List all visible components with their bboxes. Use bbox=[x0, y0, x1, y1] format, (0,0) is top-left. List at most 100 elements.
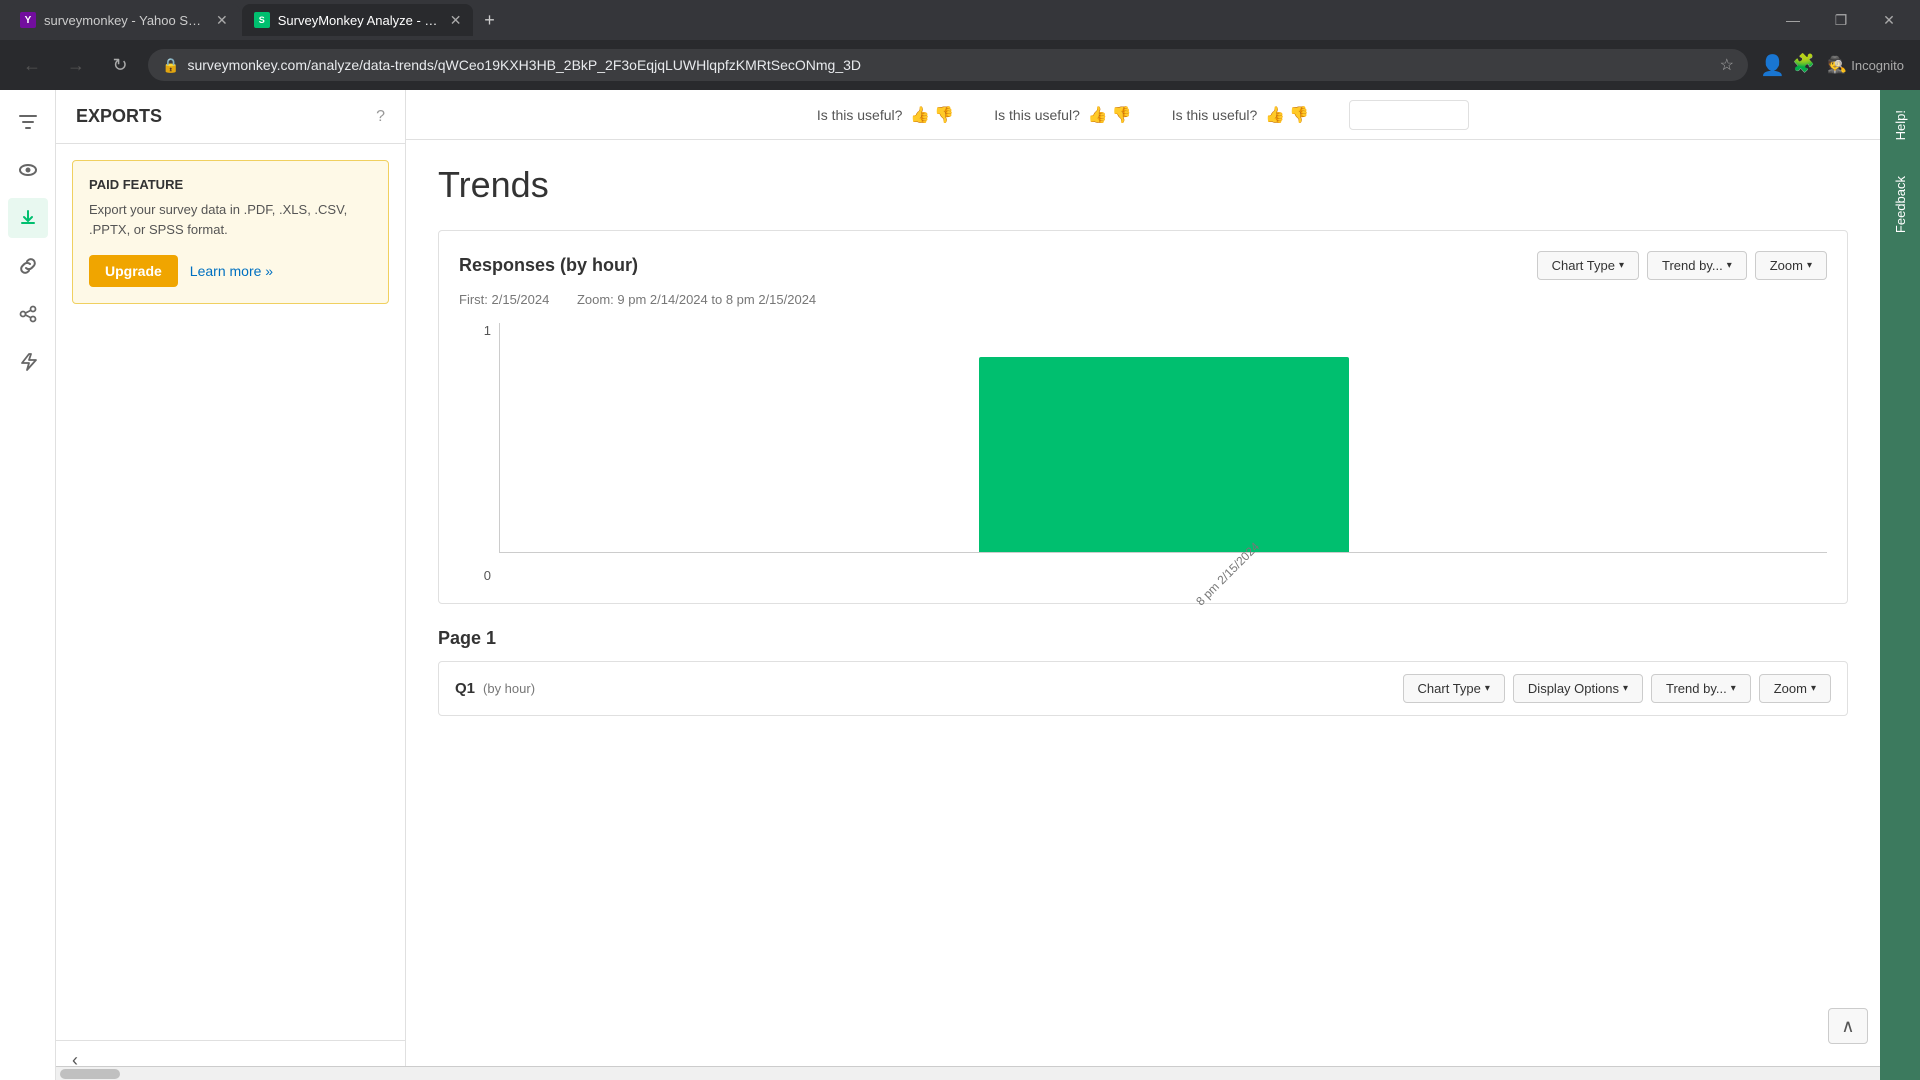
tab-surveymonkey[interactable]: S SurveyMonkey Analyze - Client... ✕ bbox=[242, 4, 474, 36]
thumbs-up-1[interactable]: 👍 bbox=[910, 105, 930, 125]
thumbs-up-2[interactable]: 👍 bbox=[1088, 105, 1108, 125]
address-icons: ☆ bbox=[1720, 55, 1734, 75]
q-display-options-label: Display Options bbox=[1528, 681, 1619, 696]
chart-area: 1 0 bbox=[459, 323, 1827, 583]
trend-by-arrow: ▾ bbox=[1727, 260, 1732, 271]
url-text: surveymonkey.com/analyze/data-trends/qWC… bbox=[187, 57, 1711, 73]
download-icon[interactable] bbox=[8, 198, 48, 238]
back-button[interactable]: ← bbox=[16, 49, 48, 81]
left-panel: EXPORTS ? PAID FEATURE Export your surve… bbox=[56, 90, 406, 1080]
chart-empty-right bbox=[1747, 323, 1827, 552]
lock-icon: 🔒 bbox=[162, 57, 179, 74]
thumbs-down-3[interactable]: 👎 bbox=[1289, 105, 1309, 125]
tab-yahoo[interactable]: Y surveymonkey - Yahoo Search ✕ bbox=[8, 4, 240, 36]
feedback-label-3: Is this useful? bbox=[1172, 107, 1258, 123]
thumbs-down-2[interactable]: 👎 bbox=[1112, 105, 1132, 125]
trend-by-button[interactable]: Trend by... ▾ bbox=[1647, 251, 1747, 280]
q-zoom-button[interactable]: Zoom ▾ bbox=[1759, 674, 1831, 703]
feedback-btns-1: 👍 👎 bbox=[910, 105, 954, 125]
tab-sm-close[interactable]: ✕ bbox=[450, 12, 462, 29]
window-controls: — ❐ ✕ bbox=[1770, 4, 1912, 36]
paid-feature-actions: Upgrade Learn more » bbox=[89, 255, 372, 287]
page-label: Page 1 bbox=[438, 628, 1848, 649]
scrollbar-thumb[interactable] bbox=[60, 1069, 120, 1079]
bar-wrapper bbox=[580, 323, 1747, 552]
chart-type-label: Chart Type bbox=[1552, 258, 1615, 273]
chart-header: Responses (by hour) Chart Type ▾ Trend b… bbox=[459, 251, 1827, 280]
app-layout: EXPORTS ? PAID FEATURE Export your surve… bbox=[0, 90, 1920, 1080]
q-display-options-button[interactable]: Display Options ▾ bbox=[1513, 674, 1643, 703]
eye-icon[interactable] bbox=[8, 150, 48, 190]
horizontal-scrollbar[interactable] bbox=[56, 1066, 1880, 1080]
x-axis-labels: 8 pm 2/15/2024 bbox=[499, 561, 1827, 583]
lightning-icon[interactable] bbox=[8, 342, 48, 382]
chart-container: Responses (by hour) Chart Type ▾ Trend b… bbox=[438, 230, 1848, 604]
chart-title: Responses (by hour) bbox=[459, 255, 1537, 276]
refresh-button[interactable]: ↻ bbox=[104, 49, 136, 81]
upgrade-button[interactable]: Upgrade bbox=[89, 255, 178, 287]
panel-header: EXPORTS ? bbox=[56, 90, 405, 144]
link-icon[interactable] bbox=[8, 246, 48, 286]
forward-button[interactable]: → bbox=[60, 49, 92, 81]
maximize-button[interactable]: ❐ bbox=[1818, 4, 1864, 36]
trend-by-label: Trend by... bbox=[1662, 258, 1723, 273]
close-button[interactable]: ✕ bbox=[1866, 4, 1912, 36]
extensions-icon[interactable]: 🧩 bbox=[1793, 53, 1815, 78]
exports-help-icon[interactable]: ? bbox=[376, 108, 385, 126]
tab-yahoo-close[interactable]: ✕ bbox=[216, 12, 228, 29]
feedback-item-2: Is this useful? 👍 👎 bbox=[994, 105, 1131, 125]
browser-chrome: Y surveymonkey - Yahoo Search ✕ S Survey… bbox=[0, 0, 1920, 90]
feedback-empty-cell bbox=[1349, 100, 1469, 130]
feedback-tab[interactable]: Feedback bbox=[1885, 164, 1916, 245]
question-number: Q1 bbox=[455, 680, 475, 697]
chart-subtitle: First: 2/15/2024 Zoom: 9 pm 2/14/2024 to… bbox=[459, 292, 1827, 307]
sm-favicon: S bbox=[254, 12, 270, 28]
profile-icon[interactable]: 👤 bbox=[1760, 53, 1785, 78]
zoom-button[interactable]: Zoom ▾ bbox=[1755, 251, 1827, 280]
minimize-button[interactable]: — bbox=[1770, 4, 1816, 36]
feedback-btns-2: 👍 👎 bbox=[1088, 105, 1132, 125]
y-axis: 1 0 bbox=[459, 323, 499, 583]
panel-title: EXPORTS bbox=[76, 106, 368, 127]
help-tab[interactable]: Help! bbox=[1885, 98, 1916, 152]
q-display-options-arrow: ▾ bbox=[1623, 683, 1628, 694]
scroll-up-button[interactable]: ∧ bbox=[1828, 1008, 1868, 1044]
new-tab-button[interactable]: + bbox=[475, 6, 503, 34]
zoom-arrow: ▾ bbox=[1807, 260, 1812, 271]
filter-icon[interactable] bbox=[8, 102, 48, 142]
paid-feature-box: PAID FEATURE Export your survey data in … bbox=[72, 160, 389, 304]
incognito-badge: 🕵️ Incognito bbox=[1827, 55, 1904, 75]
page-section: Page 1 Q1 (by hour) Chart Type ▾ Display… bbox=[438, 628, 1848, 716]
q-chart-type-label: Chart Type bbox=[1418, 681, 1481, 696]
feedback-item-3: Is this useful? 👍 👎 bbox=[1172, 105, 1309, 125]
learn-more-link[interactable]: Learn more » bbox=[190, 263, 273, 279]
feedback-item-1: Is this useful? 👍 👎 bbox=[817, 105, 954, 125]
q-trend-by-button[interactable]: Trend by... ▾ bbox=[1651, 674, 1751, 703]
feedback-label-2: Is this useful? bbox=[994, 107, 1080, 123]
q-chart-type-button[interactable]: Chart Type ▾ bbox=[1403, 674, 1505, 703]
q-zoom-label: Zoom bbox=[1774, 681, 1807, 696]
zoom-label: Zoom bbox=[1770, 258, 1803, 273]
chart-controls: Chart Type ▾ Trend by... ▾ Zoom ▾ bbox=[1537, 251, 1827, 280]
thumbs-up-3[interactable]: 👍 bbox=[1265, 105, 1285, 125]
chart-first-date: First: 2/15/2024 bbox=[459, 292, 549, 307]
share-icon[interactable] bbox=[8, 294, 48, 334]
star-icon[interactable]: ☆ bbox=[1720, 55, 1734, 75]
paid-feature-title: PAID FEATURE bbox=[89, 177, 372, 192]
trends-title: Trends bbox=[438, 164, 1848, 206]
feedback-label-1: Is this useful? bbox=[817, 107, 903, 123]
chevron-up-icon: ∧ bbox=[1841, 1016, 1854, 1037]
thumbs-down-1[interactable]: 👎 bbox=[934, 105, 954, 125]
incognito-label: Incognito bbox=[1851, 58, 1904, 73]
feedback-toolbar: Is this useful? 👍 👎 Is this useful? 👍 👎 … bbox=[406, 90, 1880, 140]
y-axis-bottom: 0 bbox=[484, 568, 491, 583]
tab-yahoo-label: surveymonkey - Yahoo Search bbox=[44, 13, 204, 28]
x-axis-spacer bbox=[539, 561, 619, 583]
chart-type-arrow: ▾ bbox=[1619, 260, 1624, 271]
chart-type-button[interactable]: Chart Type ▾ bbox=[1537, 251, 1639, 280]
address-bar[interactable]: 🔒 surveymonkey.com/analyze/data-trends/q… bbox=[148, 49, 1748, 81]
trends-section: Trends Responses (by hour) Chart Type ▾ … bbox=[406, 140, 1880, 740]
yahoo-favicon: Y bbox=[20, 12, 36, 28]
question-type: (by hour) bbox=[483, 681, 1403, 696]
right-help-panel: Help! Feedback bbox=[1880, 90, 1920, 1080]
